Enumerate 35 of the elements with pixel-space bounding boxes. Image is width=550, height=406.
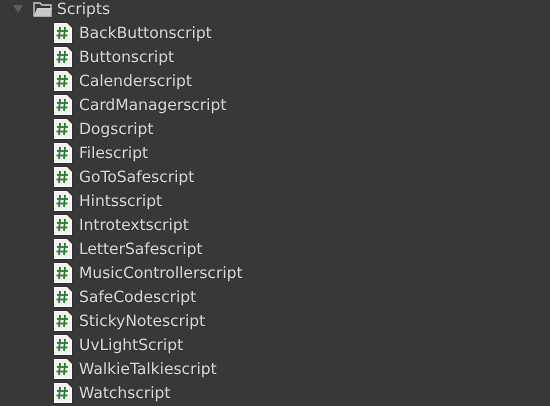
script-label[interactable]: WalkieTalkiescript [79,360,217,378]
script-label[interactable]: Hintsscript [79,192,162,210]
script-file-icon [54,359,72,379]
script-label[interactable]: StickyNotescript [79,312,206,330]
script-label[interactable]: BackButtonscript [79,24,212,42]
script-file-icon [54,95,72,115]
script-file-icon [54,119,72,139]
script-label[interactable]: LetterSafescript [79,240,202,258]
script-label[interactable]: MusicControllerscript [79,264,243,282]
script-file-icon [54,263,72,283]
script-file-icon [54,191,72,211]
script-label[interactable]: Dogscript [79,120,154,138]
script-file-icon [54,23,72,43]
script-label[interactable]: SafeCodescript [79,288,196,306]
script-label[interactable]: GoToSafescript [79,168,194,186]
script-label[interactable]: CardManagerscript [79,96,226,114]
folder-icon [33,1,53,17]
script-file-icon [54,71,72,91]
script-file-icon [54,287,72,307]
script-label[interactable]: Calenderscript [79,72,192,90]
script-label[interactable]: UvLightScript [79,336,184,354]
script-file-icon [54,167,72,187]
script-file-icon [54,311,72,331]
script-label[interactable]: Introtextscript [79,216,189,234]
script-file-icon [54,47,72,67]
script-label[interactable]: Filescript [79,144,148,162]
expanded-arrow-icon[interactable] [12,3,24,15]
script-file-icon [54,215,72,235]
script-label[interactable]: Watchscript [79,384,170,402]
script-file-icon [54,383,72,403]
script-label[interactable]: Buttonscript [79,48,174,66]
folder-label[interactable]: Scripts [57,0,110,18]
script-file-icon [54,335,72,355]
script-file-icon [54,143,72,163]
script-file-icon [54,239,72,259]
